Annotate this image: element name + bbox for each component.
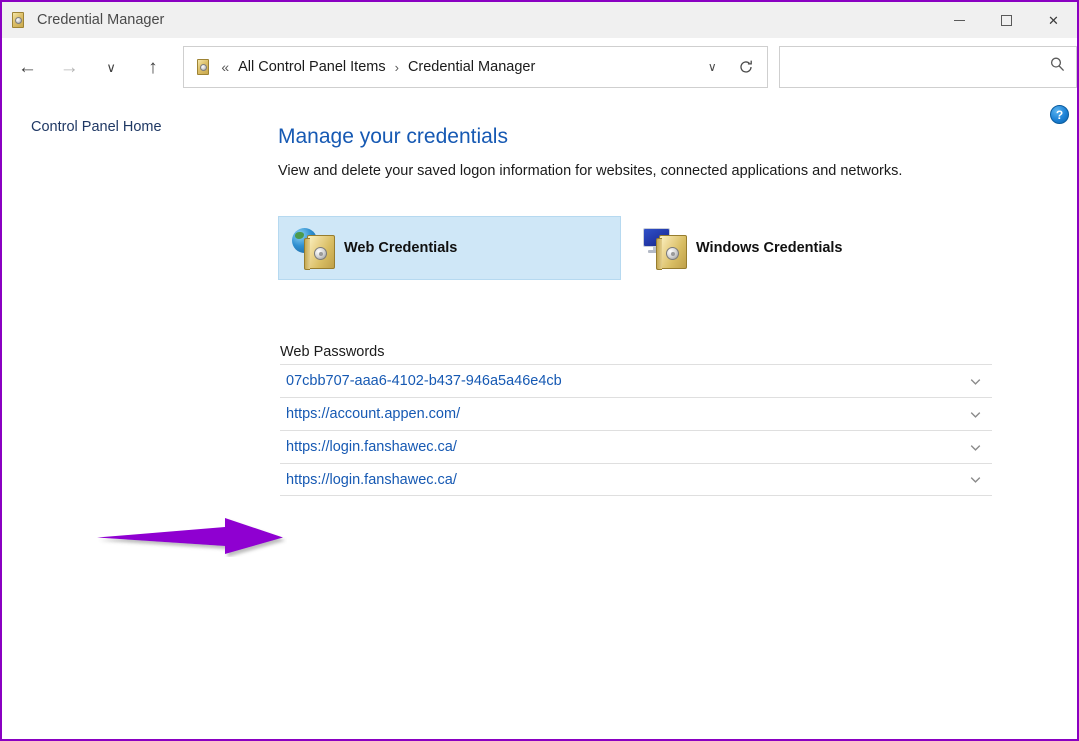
credential-row[interactable]: https://login.fanshawec.ca/	[280, 430, 992, 463]
breadcrumb-overflow-icon[interactable]: «	[221, 59, 229, 75]
chevron-down-icon[interactable]	[964, 403, 986, 425]
vault-icon	[9, 11, 27, 29]
credential-row[interactable]: https://account.appen.com/	[280, 397, 992, 430]
title-bar-left: Credential Manager	[2, 11, 164, 29]
credential-row-label[interactable]: https://login.fanshawec.ca/	[280, 472, 457, 488]
tab-windows-credentials-label: Windows Credentials	[696, 240, 843, 256]
close-icon: ✕	[1048, 12, 1059, 28]
help-icon[interactable]: ?	[1050, 105, 1069, 124]
page-subtitle: View and delete your saved logon informa…	[278, 163, 903, 179]
chevron-down-icon[interactable]	[964, 469, 986, 491]
body-area: Control Panel Home See also User Account…	[2, 96, 1077, 739]
forward-button[interactable]: →	[50, 47, 89, 87]
sidebar-item-control-panel-home[interactable]: Control Panel Home	[31, 119, 162, 135]
window-title: Credential Manager	[37, 12, 165, 28]
navigation-bar: ← → ∨ ↑ « All Control Panel Items › Cred…	[2, 38, 1077, 96]
credential-list: 07cbb707-aaa6-4102-b437-946a5a46e4cb http…	[280, 364, 992, 496]
back-button[interactable]: ←	[8, 47, 47, 87]
tab-web-credentials[interactable]: Web Credentials	[278, 216, 621, 280]
window-controls: ✕	[936, 2, 1077, 38]
address-bar[interactable]: « All Control Panel Items › Credential M…	[183, 46, 769, 88]
up-button[interactable]: ↑	[133, 47, 172, 87]
address-vault-icon	[194, 58, 212, 76]
search-icon	[1049, 56, 1066, 78]
credential-row-label[interactable]: https://account.appen.com/	[280, 406, 460, 422]
breadcrumb-all-control-panel-items[interactable]: All Control Panel Items	[235, 57, 388, 77]
search-input[interactable]	[789, 59, 1049, 75]
page-title: Manage your credentials	[278, 125, 508, 148]
credential-row-label[interactable]: 07cbb707-aaa6-4102-b437-946a5a46e4cb	[280, 373, 562, 389]
chevron-down-icon[interactable]	[964, 370, 986, 392]
web-credentials-icon	[291, 225, 337, 271]
breadcrumb-credential-manager[interactable]: Credential Manager	[405, 57, 538, 77]
credential-row[interactable]: https://login.fanshawec.ca/	[280, 463, 992, 496]
maximize-button[interactable]	[983, 2, 1030, 38]
tab-web-credentials-label: Web Credentials	[344, 240, 458, 256]
title-bar: Credential Manager ✕	[2, 2, 1077, 38]
credential-row[interactable]: 07cbb707-aaa6-4102-b437-946a5a46e4cb	[280, 364, 992, 397]
sidebar: Control Panel Home See also User Account…	[2, 96, 274, 739]
main-content: ? Manage your credentials View and delet…	[274, 96, 1077, 739]
windows-credentials-icon	[643, 225, 689, 271]
minimize-icon	[954, 19, 965, 21]
close-button[interactable]: ✕	[1030, 2, 1077, 38]
minimize-button[interactable]	[936, 2, 983, 38]
recent-locations-button[interactable]: ∨	[92, 47, 131, 87]
web-passwords-heading: Web Passwords	[280, 344, 385, 360]
credential-row-label[interactable]: https://login.fanshawec.ca/	[280, 439, 457, 455]
search-box[interactable]	[779, 46, 1077, 88]
breadcrumb-separator-icon: ›	[394, 59, 399, 75]
maximize-icon	[1001, 14, 1012, 26]
credential-manager-window: Credential Manager ✕ ← → ∨ ↑ « All Contr…	[0, 0, 1079, 741]
refresh-icon[interactable]	[729, 50, 763, 84]
address-dropdown-icon[interactable]: ∨	[695, 50, 729, 84]
chevron-down-icon[interactable]	[964, 436, 986, 458]
tab-windows-credentials[interactable]: Windows Credentials	[635, 216, 843, 280]
